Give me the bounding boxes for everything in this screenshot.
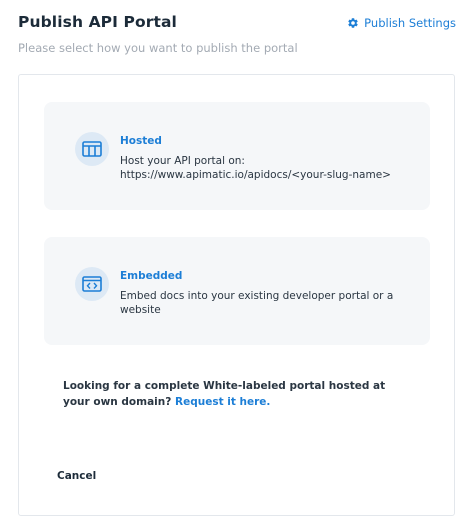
publish-settings-button[interactable]: Publish Settings (347, 16, 456, 30)
page-subtitle: Please select how you want to publish th… (18, 41, 298, 55)
publish-settings-label: Publish Settings (364, 16, 456, 30)
embedded-option-description: Embed docs into your existing developer … (120, 290, 394, 316)
white-label-note: Looking for a complete White-labeled por… (63, 378, 413, 410)
embed-code-icon (75, 267, 109, 301)
hosted-option-description: Host your API portal on: https://www.api… (120, 155, 391, 181)
header: Publish API Portal Publish Settings (18, 13, 456, 37)
page-title: Publish API Portal (18, 13, 177, 31)
request-it-here-link[interactable]: Request it here. (175, 396, 270, 408)
embedded-option-card[interactable]: Embedded Embed docs into your existing d… (44, 237, 430, 345)
gear-icon (347, 17, 359, 29)
browser-layout-icon (75, 132, 109, 166)
hosted-option-title: Hosted (120, 135, 162, 147)
cancel-button[interactable]: Cancel (57, 470, 96, 482)
hosted-option-card[interactable]: Hosted Host your API portal on: https://… (44, 102, 430, 210)
embedded-option-title: Embedded (120, 270, 183, 282)
publish-options-panel: Hosted Host your API portal on: https://… (18, 74, 455, 516)
